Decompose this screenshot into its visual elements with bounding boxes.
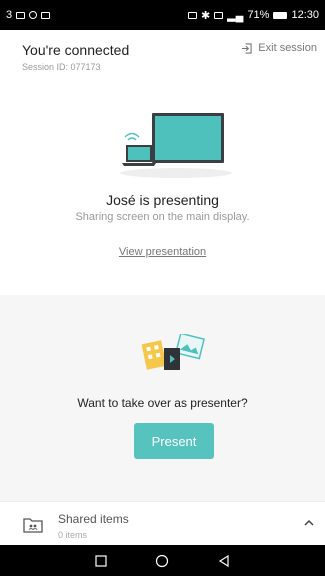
folder-icon [23, 518, 43, 533]
exit-icon [242, 42, 252, 54]
nav-back-icon[interactable] [217, 554, 231, 568]
images-icon [141, 334, 205, 370]
laptop-base [122, 163, 156, 166]
notification-circle-icon [29, 11, 38, 19]
monitor-screen [155, 116, 221, 160]
takeover-panel: Want to take over as presenter? Present [0, 295, 325, 501]
laptop-screen [128, 147, 150, 160]
notification-icon [16, 11, 26, 19]
nfc-icon [187, 11, 197, 19]
exit-session-label: Exit session [258, 42, 317, 54]
clock: 12:30 [291, 9, 319, 21]
presenter-name: José is presenting [106, 192, 219, 208]
screen: 3 ✱ ▂▄ 71% 12:30 You're connected Sessio… [0, 0, 325, 576]
presenting-subtitle: Sharing screen on the main display. [75, 211, 250, 223]
system-nav-bar [0, 545, 325, 576]
nav-square-icon[interactable] [94, 554, 108, 568]
shared-items-count: 0 items [58, 530, 88, 540]
chevron-up-icon[interactable] [303, 517, 315, 529]
vibrate-icon [214, 11, 224, 19]
present-button[interactable]: Present [134, 423, 214, 459]
photo-card [175, 334, 205, 360]
signal-icon: ▂▄ [227, 9, 244, 22]
takeover-question: Want to take over as presenter? [77, 396, 248, 410]
battery-percent: 71% [247, 9, 270, 21]
message-icon [41, 11, 51, 19]
film-card [141, 340, 167, 370]
battery-icon [273, 11, 288, 19]
status-bar: 3 ✱ ▂▄ 71% 12:30 [0, 0, 325, 30]
status-left: 3 [6, 9, 51, 21]
view-presentation-link[interactable]: View presentation [0, 246, 325, 258]
shared-items-bar[interactable]: Shared items 0 items [0, 501, 325, 545]
status-right: ✱ ▂▄ 71% 12:30 [187, 9, 319, 22]
signal-text: 3 [6, 9, 13, 21]
presenting-illustration [120, 113, 232, 178]
shadow-ellipse [120, 168, 232, 178]
nav-circle-icon[interactable] [155, 554, 169, 568]
exit-session-button[interactable]: Exit session [241, 42, 317, 54]
bluetooth-icon: ✱ [200, 9, 211, 22]
header: You're connected Session ID: 077173 Exit… [0, 30, 325, 86]
session-id: Session ID: 077173 [22, 62, 101, 72]
shared-items-label: Shared items [58, 512, 129, 526]
wifi-icon [124, 132, 140, 141]
